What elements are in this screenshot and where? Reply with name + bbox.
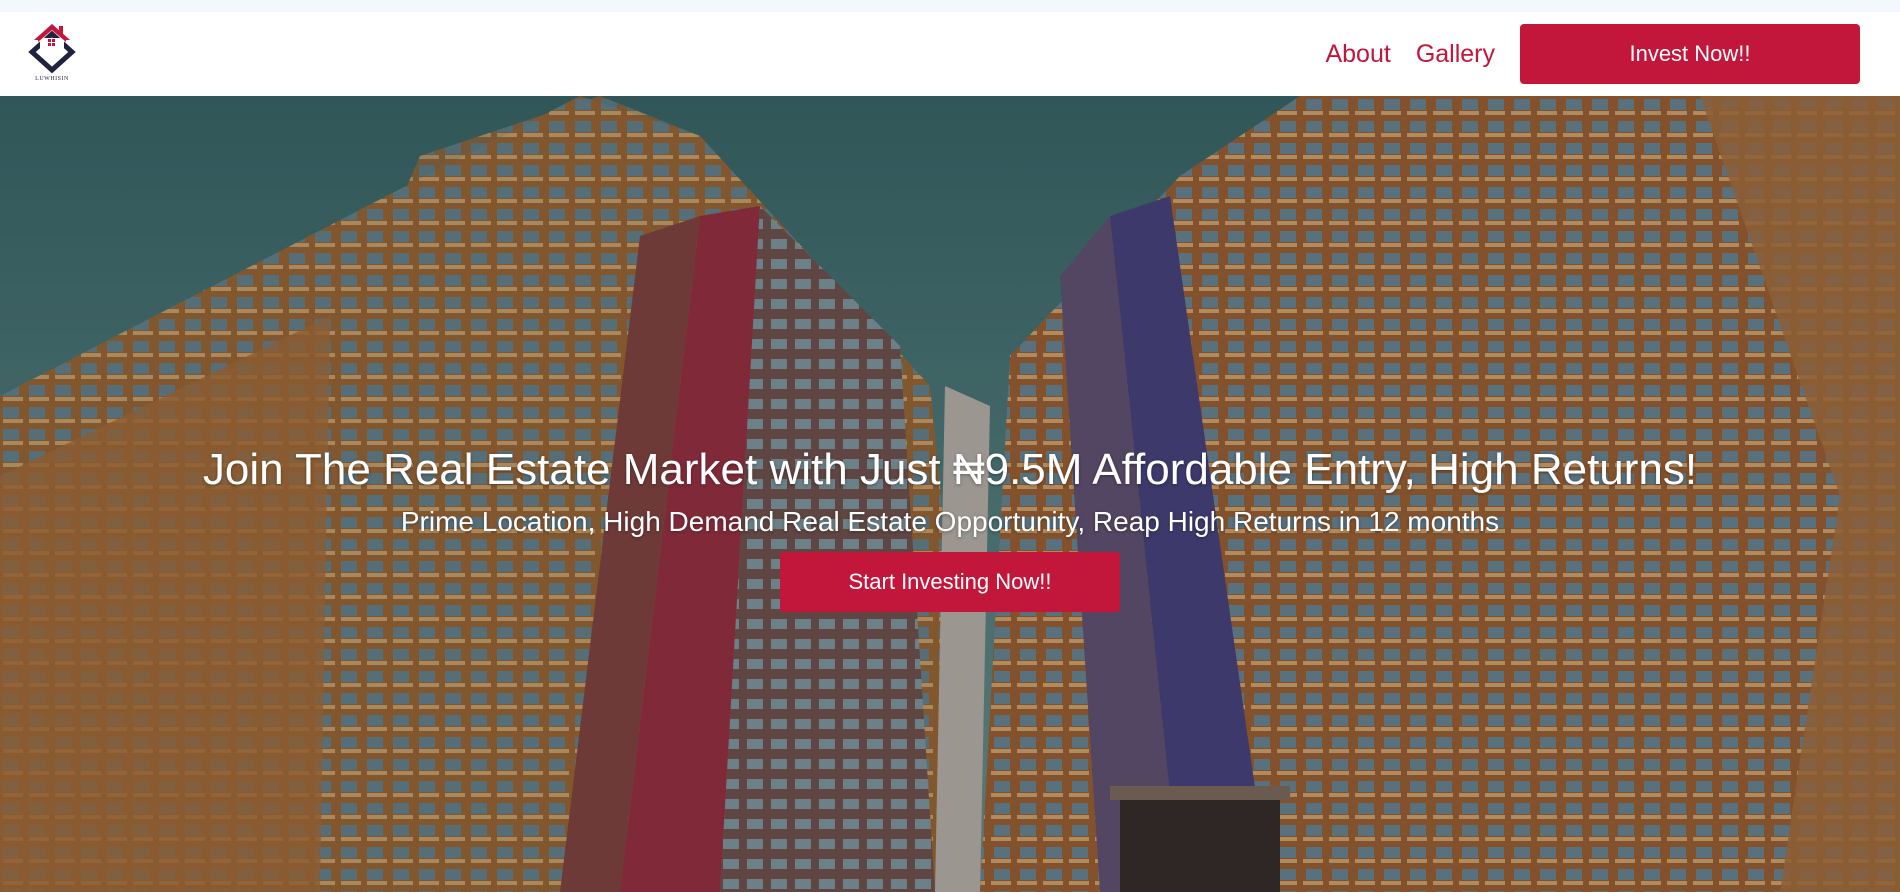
start-investing-button[interactable]: Start Investing Now!!	[780, 552, 1120, 612]
hero-title: Join The Real Estate Market with Just ₦9…	[202, 445, 1698, 494]
invest-now-button[interactable]: Invest Now!!	[1520, 24, 1860, 84]
brand-logo-text: LUWHISIN	[35, 76, 69, 82]
hero-subtitle: Prime Location, High Demand Real Estate …	[400, 506, 1500, 537]
top-strip	[0, 0, 1900, 12]
hero-content: Join The Real Estate Market with Just ₦9…	[0, 442, 1900, 612]
nav-links: About Gallery Invest Now!!	[1325, 12, 1860, 96]
nav-link-gallery[interactable]: Gallery	[1416, 40, 1495, 69]
hero-section: Join The Real Estate Market with Just ₦9…	[0, 96, 1900, 892]
landing-page: LUWHISIN About Gallery Invest Now!! Join…	[0, 0, 1900, 892]
navbar: LUWHISIN About Gallery Invest Now!!	[0, 12, 1900, 96]
brand-logo[interactable]: LUWHISIN	[26, 22, 78, 84]
house-diamond-logo-icon	[28, 24, 76, 74]
nav-link-about[interactable]: About	[1325, 40, 1390, 69]
